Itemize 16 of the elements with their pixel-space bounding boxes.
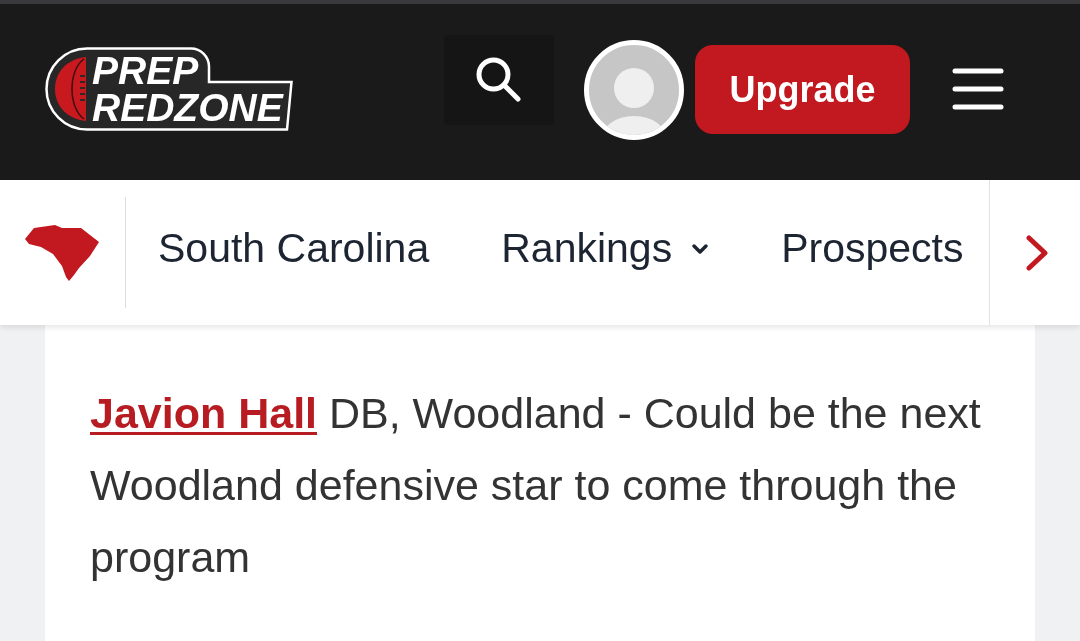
chevron-down-icon (691, 242, 710, 255)
rankings-dropdown[interactable]: Rankings (501, 225, 710, 272)
site-logo[interactable]: PREP REDZONE (45, 47, 293, 131)
nav-link[interactable]: Prospects (781, 225, 964, 272)
menu-button[interactable] (952, 68, 1004, 110)
menu-icon (952, 68, 1004, 110)
avatar-icon[interactable] (584, 40, 684, 140)
state-link[interactable]: South Carolina (158, 225, 430, 272)
football-icon (54, 56, 86, 122)
article-paragraph: Javion Hall DB, Woodland - Could be the next Woodland defensive star to come through the program (90, 388, 982, 583)
search-icon (476, 57, 522, 103)
upgrade-button[interactable]: Upgrade (695, 45, 910, 134)
chevron-right-icon (1025, 233, 1049, 272)
state-map-icon (24, 223, 100, 282)
search-button[interactable] (444, 35, 554, 125)
player-link[interactable]: Javion Hall (90, 389, 318, 437)
